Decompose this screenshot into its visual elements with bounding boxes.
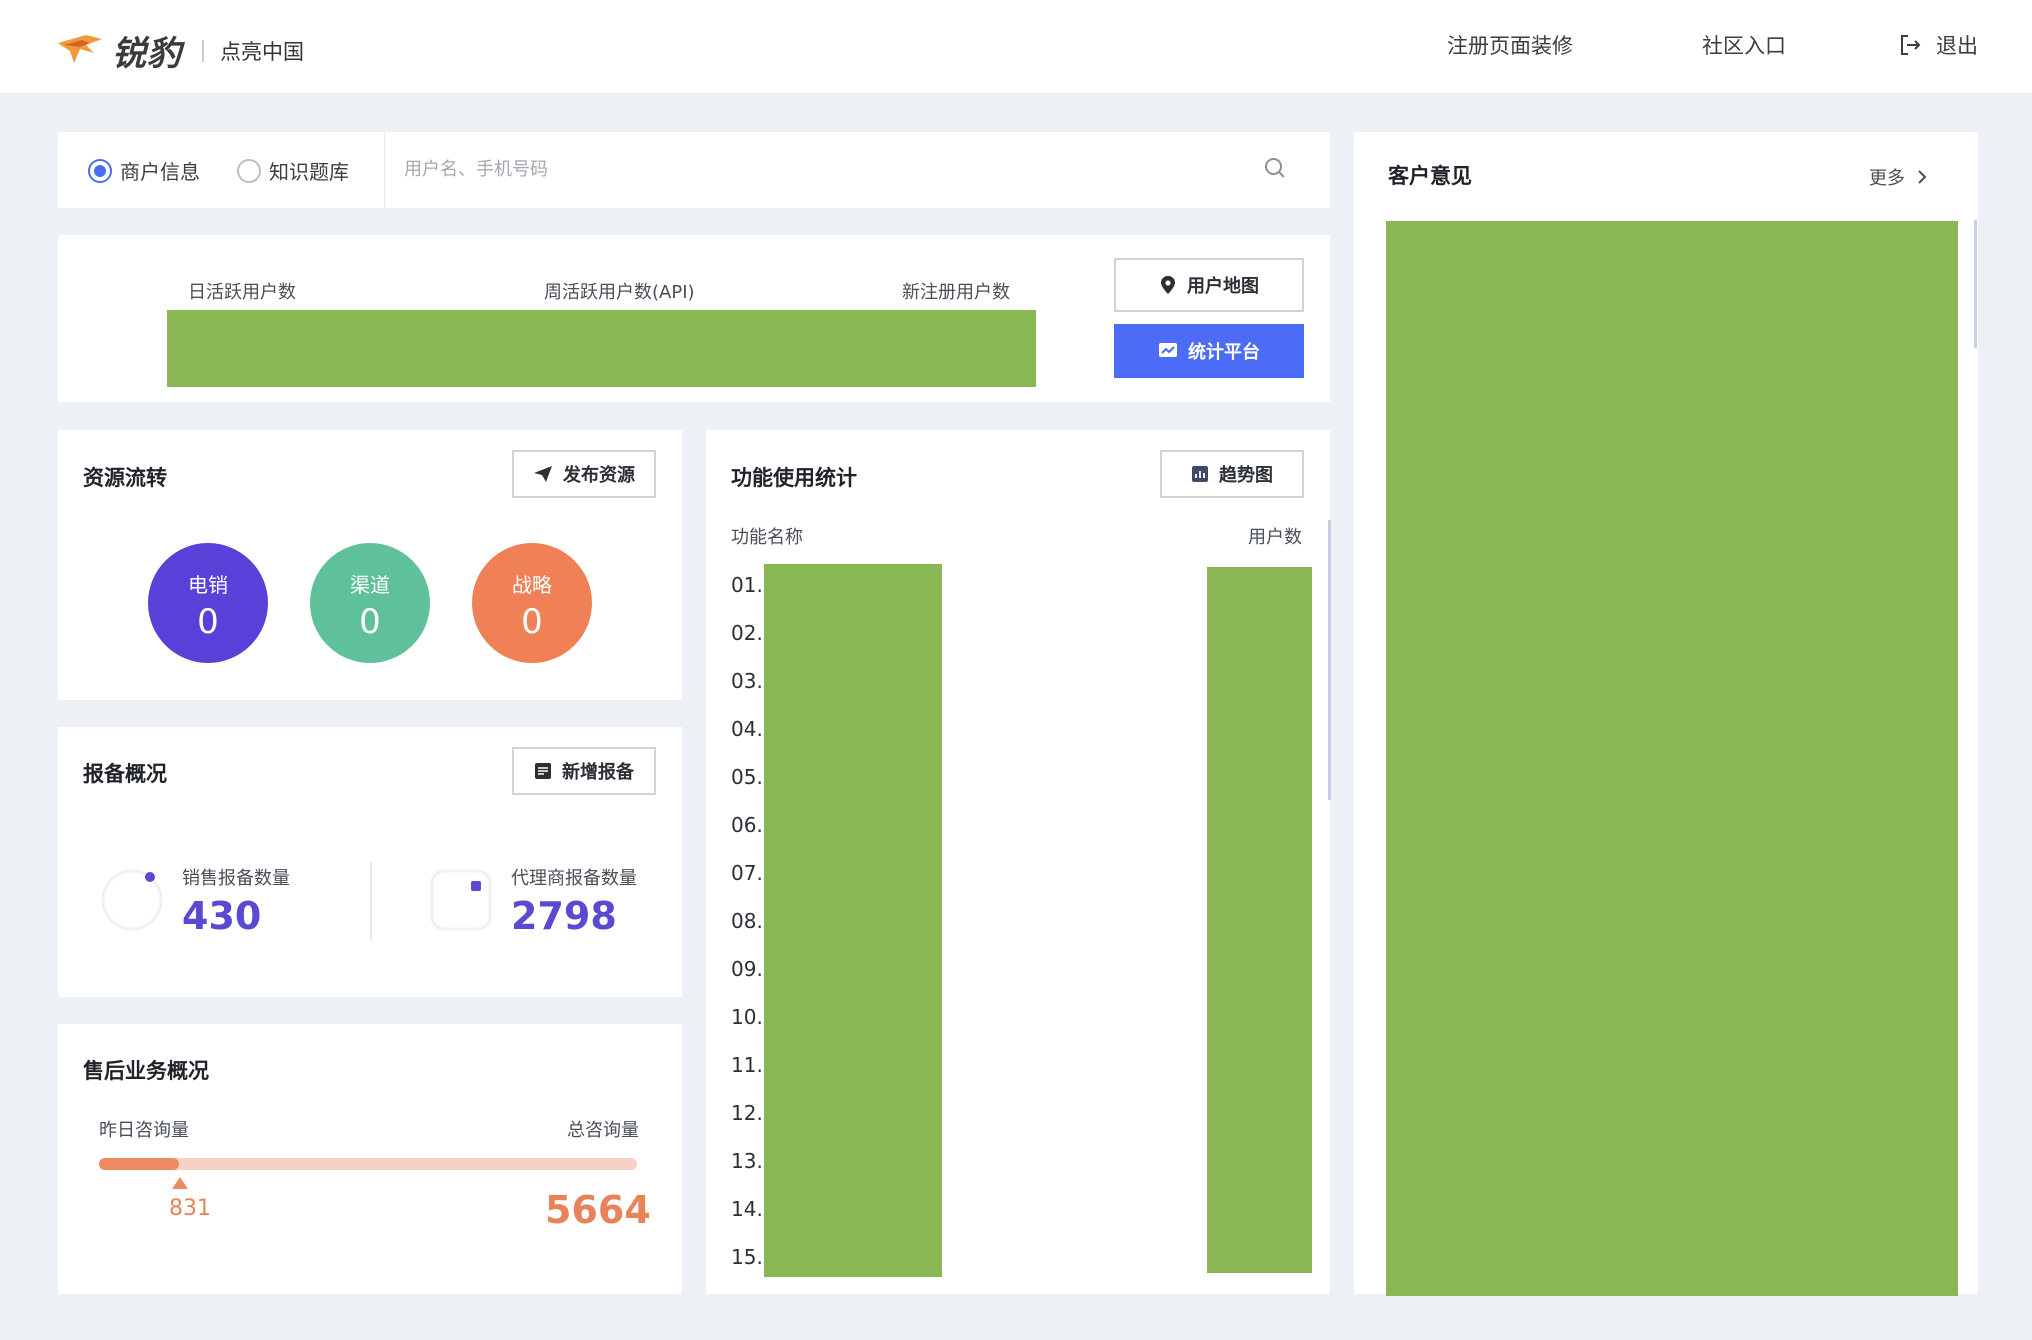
nav-register-page-decoration[interactable]: 注册页面装修 [1447, 30, 1573, 60]
radio-merchant-info[interactable]: 商户信息 [88, 156, 200, 185]
brand-subtitle: 点亮中国 [220, 39, 304, 64]
publish-resource-button[interactable]: 发布资源 [512, 450, 656, 498]
function-row-number: 02. [731, 621, 763, 645]
resource-telesales-circle[interactable]: 电销 0 [148, 543, 268, 663]
new-registered-users-label: 新注册用户数 [902, 282, 1010, 303]
sales-report-value: 430 [182, 894, 262, 938]
logout-button[interactable]: 退出 [1898, 30, 1978, 60]
document-icon [535, 763, 551, 779]
report-divider [370, 862, 372, 940]
daily-active-users-label: 日活跃用户数 [188, 282, 296, 303]
radio-unselected-indicator [237, 158, 261, 183]
function-row-number: 08. [731, 909, 763, 933]
progress-marker-icon [172, 1177, 188, 1189]
report-overview-title: 报备概况 [83, 762, 167, 786]
function-user-counts-placeholder [1207, 567, 1312, 1273]
resource-strategy-circle[interactable]: 战略 0 [472, 543, 592, 663]
agent-report-value: 2798 [511, 894, 617, 938]
radio-label: 商户信息 [120, 160, 200, 184]
yesterday-consult-value: 831 [169, 1196, 211, 1221]
resource-value: 0 [197, 602, 219, 642]
function-row-number: 07. [731, 861, 763, 885]
function-row-number: 03. [731, 669, 763, 693]
radio-selected-indicator [88, 158, 112, 183]
trend-chart-button[interactable]: 趋势图 [1160, 450, 1304, 498]
resource-label: 电销 [188, 573, 228, 597]
logo-text: 锐豹 [112, 34, 182, 74]
bar-chart-icon [1192, 466, 1208, 482]
logout-label: 退出 [1936, 34, 1978, 58]
radio-label: 知识题库 [269, 160, 349, 184]
resource-label: 战略 [512, 573, 552, 597]
function-row-number: 09. [731, 957, 763, 981]
chevron-right-icon [1918, 170, 1927, 184]
agent-report-label: 代理商报备数量 [511, 868, 637, 889]
feedback-scrollbar[interactable] [1974, 220, 1977, 348]
function-row-number: 10. [731, 1005, 763, 1029]
stats-values-placeholder [167, 310, 1036, 387]
total-consult-label: 总咨询量 [567, 1120, 639, 1141]
search-divider [384, 132, 385, 208]
resource-value: 0 [521, 602, 543, 642]
consult-progress-track [99, 1158, 637, 1170]
function-row-number: 01. [731, 573, 763, 597]
function-row-number: 06. [731, 813, 763, 837]
agent-report-square-icon [430, 869, 492, 931]
more-label: 更多 [1869, 168, 1905, 189]
function-names-placeholder [764, 564, 942, 1277]
function-usage-title: 功能使用统计 [731, 466, 857, 490]
brand-logo[interactable]: 锐豹 点亮中国 [56, 26, 304, 75]
customer-feedback-title: 客户意见 [1388, 164, 1472, 188]
user-map-button[interactable]: 用户地图 [1114, 258, 1304, 312]
add-report-label: 新增报备 [562, 762, 634, 783]
radio-knowledge-base[interactable]: 知识题库 [237, 156, 349, 185]
function-name-column-header: 功能名称 [731, 527, 803, 548]
nav-community-entry[interactable]: 社区入口 [1702, 30, 1786, 60]
weekly-active-users-label: 周活跃用户数(API) [544, 282, 695, 303]
add-report-button[interactable]: 新增报备 [512, 747, 656, 795]
resource-value: 0 [359, 602, 381, 642]
feedback-list-placeholder [1386, 221, 1958, 1296]
publish-resource-label: 发布资源 [563, 465, 635, 486]
search-input[interactable] [404, 152, 1244, 186]
logo-divider [202, 39, 204, 62]
function-row-number: 11. [731, 1053, 763, 1077]
function-row-number: 04. [731, 717, 763, 741]
resource-flow-title: 资源流转 [83, 466, 167, 490]
send-icon [534, 466, 552, 482]
resource-channel-circle[interactable]: 渠道 0 [310, 543, 430, 663]
user-count-column-header: 用户数 [1248, 527, 1302, 548]
total-consult-value: 5664 [545, 1188, 651, 1232]
map-pin-icon [1161, 276, 1175, 294]
function-row-number: 13. [731, 1149, 763, 1173]
function-list-scrollbar[interactable] [1328, 520, 1331, 800]
chart-board-icon [1159, 343, 1177, 357]
user-map-label: 用户地图 [1187, 276, 1259, 297]
trend-chart-label: 趋势图 [1219, 465, 1273, 486]
top-header: 锐豹 点亮中国 注册页面装修 社区入口 退出 [0, 0, 2032, 94]
function-row-number: 05. [731, 765, 763, 789]
leopard-logo-icon [56, 31, 106, 71]
logout-icon [1901, 35, 1921, 55]
sales-report-ring-icon [101, 869, 163, 931]
function-row-number: 14. [731, 1197, 763, 1221]
sales-report-label: 销售报备数量 [182, 868, 290, 889]
resource-label: 渠道 [350, 573, 390, 597]
statistics-platform-label: 统计平台 [1188, 342, 1260, 363]
statistics-platform-button[interactable]: 统计平台 [1114, 324, 1304, 378]
search-icon[interactable] [1263, 156, 1287, 180]
aftersales-title: 售后业务概况 [83, 1059, 209, 1083]
function-row-number: 15. [731, 1245, 763, 1269]
consult-progress-fill [99, 1158, 179, 1170]
function-row-number: 12. [731, 1101, 763, 1125]
feedback-more-link[interactable]: 更多 [1869, 164, 1927, 190]
yesterday-consult-label: 昨日咨询量 [99, 1120, 189, 1141]
